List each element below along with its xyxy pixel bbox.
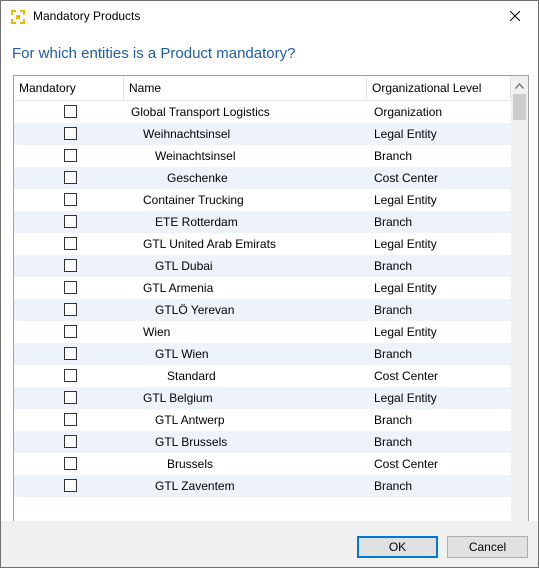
table-row[interactable]: GTLÖ Yerevan Branch [14,299,511,321]
table-row[interactable]: Weihnachtsinsel Legal Entity [14,123,511,145]
table-row[interactable]: Wien Legal Entity [14,321,511,343]
organizational-level: Cost Center [374,171,439,185]
organizational-level: Legal Entity [374,281,437,295]
mandatory-checkbox[interactable] [64,105,77,118]
mandatory-checkbox[interactable] [64,303,77,316]
dialog-content: For which entities is a Product mandator… [1,33,538,534]
entity-name: GTL Antwerp [155,413,225,427]
entity-name: GTL Zaventem [155,479,235,493]
mandatory-checkbox[interactable] [64,347,77,360]
mandatory-checkbox[interactable] [64,369,77,382]
mandatory-checkbox[interactable] [64,215,77,228]
table-row[interactable]: Brussels Cost Center [14,453,511,475]
table-row[interactable]: ETE Rotterdam Branch [14,211,511,233]
table-row[interactable]: GTL Brussels Branch [14,431,511,453]
entity-name: GTLÖ Yerevan [155,303,235,317]
entity-name: GTL Brussels [155,435,228,449]
organizational-level: Branch [374,149,413,163]
organizational-level: Cost Center [374,369,439,383]
mandatory-checkbox[interactable] [64,149,77,162]
entity-name: GTL Belgium [143,391,213,405]
mandatory-checkbox[interactable] [64,193,77,206]
column-header-name[interactable]: Name [124,76,367,101]
organizational-level: Branch [374,413,413,427]
window-title: Mandatory Products [33,9,141,23]
close-button[interactable] [492,1,538,33]
table-row[interactable]: Container Trucking Legal Entity [14,189,511,211]
entity-name: Weinachtsinsel [155,149,236,163]
cancel-button[interactable]: Cancel [447,536,528,558]
entity-name: Standard [167,369,216,383]
table-row[interactable]: GTL Wien Branch [14,343,511,365]
table-row[interactable]: Global Transport Logistics Organization [14,101,511,123]
mandatory-checkbox[interactable] [64,237,77,250]
mandatory-checkbox[interactable] [64,457,77,470]
organizational-level: Legal Entity [374,193,437,207]
dialog-question: For which entities is a Product mandator… [12,45,296,62]
entity-name: Weihnachtsinsel [143,127,231,141]
organizational-level: Organization [374,105,443,119]
entity-name: Brussels [167,457,214,471]
table-row[interactable]: GTL United Arab Emirats Legal Entity [14,233,511,255]
organizational-level: Branch [374,303,413,317]
table-row[interactable]: GTL Antwerp Branch [14,409,511,431]
dialog-footer: OK Cancel [1,521,538,567]
entity-name: Geschenke [167,171,228,185]
mandatory-checkbox[interactable] [64,281,77,294]
mandatory-checkbox[interactable] [64,391,77,404]
mandatory-checkbox[interactable] [64,171,77,184]
organizational-level: Branch [374,259,413,273]
scrollbar-thumb[interactable] [513,94,526,120]
entity-name: ETE Rotterdam [155,215,238,229]
organizational-level: Branch [374,215,413,229]
organizational-level: Legal Entity [374,391,437,405]
table-row[interactable]: GTL Armenia Legal Entity [14,277,511,299]
vertical-scrollbar[interactable] [511,76,528,533]
entity-name: Wien [143,325,171,339]
mandatory-checkbox[interactable] [64,325,77,338]
entity-name: GTL Dubai [155,259,213,273]
table-row[interactable]: GTL Dubai Branch [14,255,511,277]
mandatory-checkbox[interactable] [64,413,77,426]
table-row[interactable]: Geschenke Cost Center [14,167,511,189]
chevron-up-icon [515,78,524,92]
ok-button[interactable]: OK [357,536,438,558]
scroll-up-button[interactable] [511,76,528,93]
table-row[interactable]: Weinachtsinsel Branch [14,145,511,167]
title-bar[interactable]: Mandatory Products [1,1,538,33]
mandatory-checkbox[interactable] [64,479,77,492]
entity-name: GTL Armenia [143,281,214,295]
mandatory-checkbox[interactable] [64,259,77,272]
dialog-window: Mandatory Products For which entities is… [0,0,539,568]
organizational-level: Branch [374,347,413,361]
mandatory-checkbox[interactable] [64,435,77,448]
entity-name: GTL United Arab Emirats [143,237,276,251]
table-row[interactable]: GTL Zaventem Branch [14,475,511,497]
grid-header: Mandatory Name Organizational Level [14,76,511,101]
entity-name: Container Trucking [143,193,244,207]
product-app-icon [10,9,26,25]
organizational-level: Branch [374,479,413,493]
organizational-level: Branch [374,435,413,449]
column-header-organizational-level[interactable]: Organizational Level [367,76,511,101]
grid-rows: Global Transport Logistics Organization We… [14,101,511,497]
organizational-level: Legal Entity [374,325,437,339]
organizational-level: Legal Entity [374,127,437,141]
organizational-level: Legal Entity [374,237,437,251]
column-header-mandatory[interactable]: Mandatory [14,76,124,101]
organizational-level: Cost Center [374,457,439,471]
table-row[interactable]: Standard Cost Center [14,365,511,387]
entities-grid: Mandatory Name Organizational Level Glob… [13,75,529,534]
close-icon [509,10,521,24]
entity-name: Global Transport Logistics [131,105,270,119]
entity-name: GTL Wien [155,347,209,361]
mandatory-checkbox[interactable] [64,127,77,140]
table-row[interactable]: GTL Belgium Legal Entity [14,387,511,409]
